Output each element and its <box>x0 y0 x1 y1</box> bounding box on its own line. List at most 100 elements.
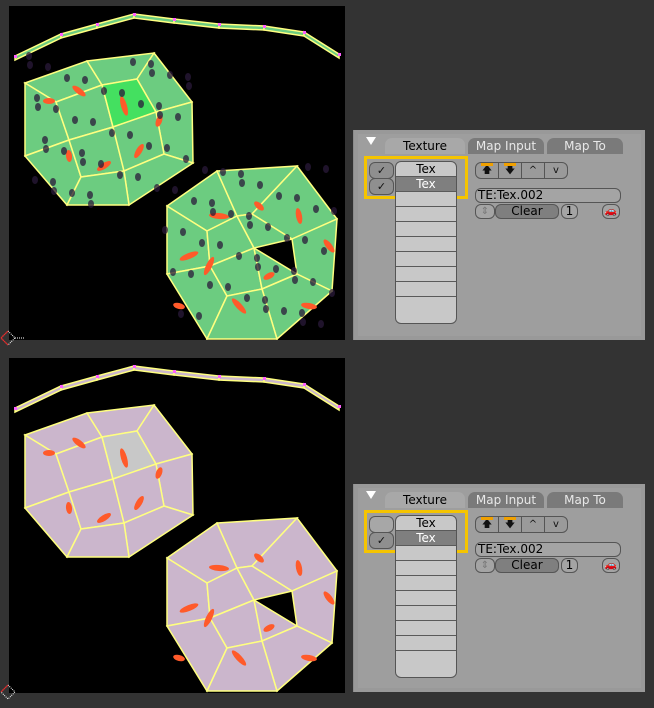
move-top-button[interactable]: 🡅 <box>476 517 499 532</box>
texture-dot <box>130 58 136 66</box>
uv-strip-face[interactable] <box>173 18 220 29</box>
uv-vertex[interactable] <box>96 375 99 378</box>
uv-vertex[interactable] <box>60 33 63 36</box>
texture-slot-2[interactable]: Tex <box>396 531 456 546</box>
uv-strip-face[interactable] <box>60 23 98 39</box>
tab-texture[interactable]: Texture <box>385 138 465 154</box>
move-up-button[interactable]: ^ <box>522 163 545 178</box>
texture-slot-empty[interactable] <box>396 546 456 561</box>
users-count[interactable]: 1 <box>561 558 578 573</box>
uv-vertex[interactable] <box>218 375 221 378</box>
uv-vertex[interactable] <box>173 370 176 373</box>
tab-texture[interactable]: Texture <box>385 492 465 508</box>
uv-vertex[interactable] <box>14 55 17 58</box>
uv-vertex[interactable] <box>133 13 136 16</box>
texture-slot-empty[interactable] <box>396 651 456 666</box>
uv-strip-face[interactable] <box>14 32 62 62</box>
uv-viewport-top[interactable] <box>9 6 345 340</box>
uv-vertex[interactable] <box>338 405 341 408</box>
tab-map-input[interactable]: Map Input <box>468 492 544 508</box>
users-count[interactable]: 1 <box>561 204 578 219</box>
slot-1-enable-checkbox[interactable]: ✓ <box>369 162 394 179</box>
texture-slot-1[interactable]: Tex <box>396 516 456 531</box>
uv-strip-face[interactable] <box>133 13 175 24</box>
uv-strip-face[interactable] <box>218 375 265 383</box>
move-up-button[interactable]: ^ <box>522 517 545 532</box>
texture-slot-1[interactable]: Tex <box>396 162 456 177</box>
texture-dot <box>217 241 223 249</box>
slot-2-enable-checkbox[interactable]: ✓ <box>369 532 394 549</box>
texture-name-field[interactable]: TE:Tex.002 <box>475 542 621 557</box>
uv-strip-face[interactable] <box>173 370 220 381</box>
texture-name-field[interactable]: TE:Tex.002 <box>475 188 621 203</box>
uv-vertex[interactable] <box>133 365 136 368</box>
collapse-arrow-icon[interactable] <box>366 491 376 499</box>
texture-slot-empty[interactable] <box>396 252 456 267</box>
texture-slot-empty[interactable] <box>396 222 456 237</box>
texture-dot <box>257 181 263 189</box>
uv-mesh-bottom[interactable] <box>9 358 345 693</box>
uv-vertex[interactable] <box>263 25 266 28</box>
texture-slot-empty[interactable] <box>396 606 456 621</box>
move-down-button[interactable]: v <box>545 163 567 178</box>
texture-dot <box>313 205 319 213</box>
texture-slot-empty[interactable] <box>396 576 456 591</box>
uv-viewport-bottom[interactable] <box>9 358 345 693</box>
uv-vertex[interactable] <box>60 385 63 388</box>
clear-button[interactable]: Clear <box>495 204 559 219</box>
uv-strip-face[interactable] <box>96 365 135 381</box>
uv-strip-face[interactable] <box>263 25 305 37</box>
uv-strip-face[interactable] <box>263 377 305 389</box>
texture-slot-empty[interactable] <box>396 561 456 576</box>
uv-strip-face[interactable] <box>303 30 340 60</box>
uv-vertex[interactable] <box>218 23 221 26</box>
move-bottom-button[interactable]: 🡇 <box>499 517 522 532</box>
uv-strip-face[interactable] <box>60 375 98 391</box>
uv-vertex[interactable] <box>173 18 176 21</box>
texture-dot <box>35 103 41 111</box>
fake-user-button[interactable]: 🚗 <box>602 204 620 219</box>
fake-user-button[interactable]: 🚗 <box>602 558 620 573</box>
texture-slot-2[interactable]: Tex <box>396 177 456 192</box>
uv-mesh-top[interactable] <box>9 6 345 340</box>
uv-vertex[interactable] <box>338 53 341 56</box>
axis-widget-bottom <box>0 684 16 700</box>
texture-slot-empty[interactable] <box>396 237 456 252</box>
texture-slot-empty[interactable] <box>396 267 456 282</box>
uv-vertex[interactable] <box>96 23 99 26</box>
collapse-arrow-icon[interactable] <box>366 137 376 145</box>
uv-strip-face[interactable] <box>96 13 135 29</box>
texture-slot-empty[interactable] <box>396 282 456 297</box>
texture-slot-empty[interactable] <box>396 297 456 312</box>
tab-map-to[interactable]: Map To <box>547 492 623 508</box>
tab-map-to[interactable]: Map To <box>547 138 623 154</box>
texture-dot <box>26 52 32 60</box>
uv-strip-face[interactable] <box>133 365 175 376</box>
texture-slot-empty[interactable] <box>396 591 456 606</box>
browse-spinner-button[interactable]: ⇕ <box>475 558 495 573</box>
texture-dot <box>170 268 176 276</box>
slot-1-enable-checkbox[interactable] <box>369 516 394 533</box>
slot-2-enable-checkbox[interactable]: ✓ <box>369 178 394 195</box>
uv-strip-face[interactable] <box>14 384 62 414</box>
texture-dot <box>119 89 125 97</box>
texture-spot <box>43 450 55 456</box>
texture-slot-empty[interactable] <box>396 621 456 636</box>
texture-dot <box>32 176 38 184</box>
texture-slot-empty[interactable] <box>396 636 456 651</box>
texture-slot-empty[interactable] <box>396 192 456 207</box>
clear-button[interactable]: Clear <box>495 558 559 573</box>
browse-spinner-button[interactable]: ⇕ <box>475 204 495 219</box>
tab-map-input[interactable]: Map Input <box>468 138 544 154</box>
move-top-button[interactable]: 🡅 <box>476 163 499 178</box>
uv-strip-face[interactable] <box>218 23 265 31</box>
uv-vertex[interactable] <box>303 383 306 386</box>
texture-slot-empty[interactable] <box>396 207 456 222</box>
uv-vertex[interactable] <box>14 407 17 410</box>
move-down-button[interactable]: v <box>545 517 567 532</box>
texture-dot <box>236 252 242 260</box>
move-bottom-button[interactable]: 🡇 <box>499 163 522 178</box>
uv-strip-face[interactable] <box>303 382 340 412</box>
uv-vertex[interactable] <box>303 31 306 34</box>
uv-vertex[interactable] <box>263 377 266 380</box>
